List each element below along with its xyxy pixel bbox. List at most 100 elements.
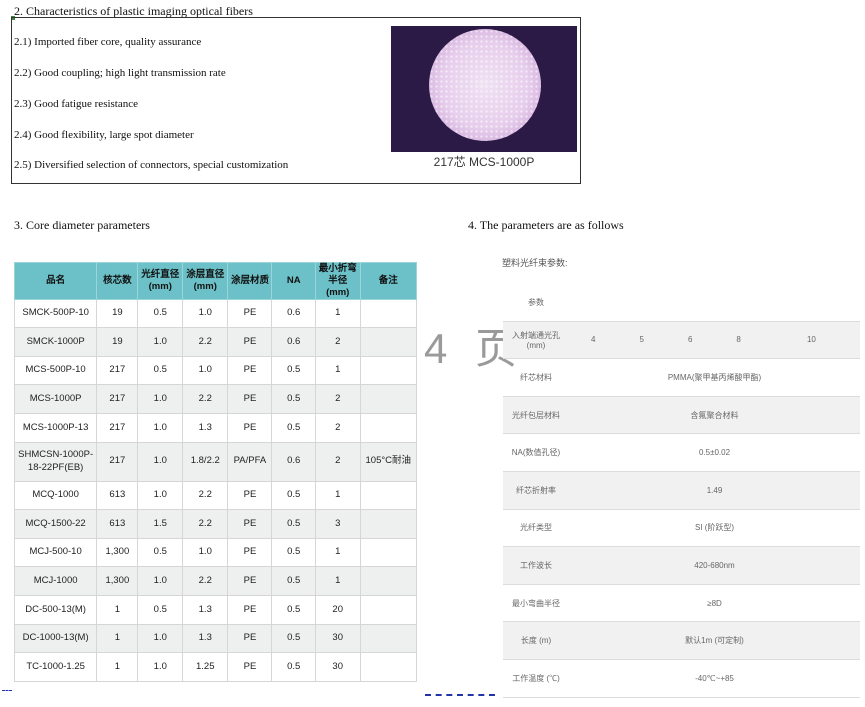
table-cell: 1.0 bbox=[137, 413, 184, 443]
table-cell bbox=[359, 652, 418, 682]
table-cell: TC-1000-1.25 bbox=[13, 652, 98, 682]
table-cell: PA/PFA bbox=[227, 441, 273, 482]
table-row: SMCK-1000P 19 1.0 2.2 PE 0.6 2 bbox=[13, 327, 418, 357]
table-header-cell: NA bbox=[271, 262, 316, 300]
table-cell: 0.6 bbox=[271, 327, 316, 357]
table-cell: PE bbox=[227, 537, 273, 568]
table-cell: 1.0 bbox=[137, 441, 184, 482]
table-row: MCQ-1000 613 1.0 2.2 PE 0.5 1 bbox=[13, 480, 418, 511]
table-cell: 1.0 bbox=[137, 566, 184, 596]
table-row: 最小弯曲半径 ≥8D bbox=[503, 584, 860, 623]
table-cell: PE bbox=[227, 413, 273, 443]
table-cell bbox=[359, 623, 418, 654]
core-diameter-table: 品名 核芯数 光纤直径 (mm) 涂层直径 (mm) 涂层材质 NA 最小折弯 半径(mm)… bbox=[13, 262, 418, 682]
table-row: 光纤类型 SI (阶跃型) bbox=[503, 509, 860, 548]
parameter-value: 1.49 bbox=[569, 471, 860, 510]
feature-item: 2.1) Imported fiber core, quality assura… bbox=[14, 36, 202, 48]
table-cell: 30 bbox=[314, 652, 361, 682]
table-cell: PE bbox=[227, 652, 273, 682]
parameter-value: 5 bbox=[617, 321, 666, 360]
table-cell bbox=[359, 566, 418, 596]
table-cell: 1 bbox=[96, 652, 139, 682]
table-cell: DC-1000-13(M) bbox=[13, 623, 98, 654]
table-cell: DC-500-13(M) bbox=[13, 594, 98, 625]
parameter-value: 8 bbox=[714, 321, 763, 360]
table-cell: 0.5 bbox=[271, 652, 316, 682]
table-cell bbox=[359, 594, 418, 625]
parameter-label: NA(数值孔径) bbox=[503, 433, 569, 472]
parameter-value: SI (阶跃型) bbox=[569, 509, 860, 548]
table-cell: PE bbox=[227, 594, 273, 625]
table-cell: 0.5 bbox=[271, 355, 316, 386]
table-row: SHMCSN-1000P-18-22PF(EB) 217 1.0 1.8/2.2 PA/… bbox=[13, 441, 418, 482]
table-row: DC-1000-13(M) 1 1.0 1.3 PE 0.5 30 bbox=[13, 623, 418, 654]
parameter-value: 420-680nm bbox=[569, 546, 860, 585]
parameter-value: 10 bbox=[762, 321, 860, 360]
parameter-label: 工作温度 (℃) bbox=[503, 659, 569, 698]
table-cell bbox=[359, 537, 418, 568]
table-cell bbox=[359, 298, 418, 329]
feature-item: 2.2) Good coupling; high light transmiss… bbox=[14, 67, 226, 79]
table-row: 纤芯材料 PMMA(聚甲基丙烯酸甲酯) bbox=[503, 358, 860, 397]
parameter-value: -40℃~+85 bbox=[569, 659, 860, 698]
table-cell: 1.0 bbox=[182, 298, 229, 329]
parameter-value: PMMA(聚甲基丙烯酸甲酯) bbox=[569, 358, 860, 397]
table-cell: 1 bbox=[96, 594, 139, 625]
table-cell: 0.5 bbox=[271, 537, 316, 568]
table-cell: PE bbox=[227, 355, 273, 386]
table-cell: 1.0 bbox=[182, 355, 229, 386]
table-row: NA(数值孔径) 0.5±0.02 bbox=[503, 433, 860, 472]
table-row: MCJ-1000 1,300 1.0 2.2 PE 0.5 1 bbox=[13, 566, 418, 596]
table-cell: 0.5 bbox=[271, 384, 316, 414]
table-row: 工作波长 420-680nm bbox=[503, 546, 860, 585]
table-cell: SHMCSN-1000P-18-22PF(EB) bbox=[13, 441, 98, 482]
table-cell: 30 bbox=[314, 623, 361, 654]
table-header-cell: 核芯数 bbox=[96, 262, 139, 300]
table-cell: 1 bbox=[96, 623, 139, 654]
table-cell: 613 bbox=[96, 480, 139, 511]
table-cell: 1.3 bbox=[182, 623, 229, 654]
image-caption: 217芯 MCS-1000P bbox=[433, 155, 535, 169]
table-cell: 2.2 bbox=[182, 509, 229, 539]
table-header-cell: 涂层材质 bbox=[227, 262, 273, 300]
table-cell: 1.0 bbox=[137, 623, 184, 654]
table-cell: 0.5 bbox=[271, 623, 316, 654]
table-header-cell: 涂层直径 (mm) bbox=[182, 262, 229, 300]
table-row: 光纤包层材料 含氟聚合材料 bbox=[503, 396, 860, 435]
table-row: 工作温度 (℃) -40℃~+85 bbox=[503, 659, 860, 698]
table-cell bbox=[359, 480, 418, 511]
table-cell: 217 bbox=[96, 384, 139, 414]
table-cell: 217 bbox=[96, 441, 139, 482]
dashed-line-right bbox=[425, 694, 495, 696]
table-row: TC-1000-1.25 1 1.0 1.25 PE 0.5 30 bbox=[13, 652, 418, 682]
table-cell: PE bbox=[227, 480, 273, 511]
table-header-cell: 品名 bbox=[13, 262, 98, 300]
parameter-label: 长度 (m) bbox=[503, 621, 569, 660]
parameter-value: 含氟聚合材料 bbox=[569, 396, 860, 435]
table-cell bbox=[359, 384, 418, 414]
table-cell: MCJ-500-10 bbox=[13, 537, 98, 568]
table-cell: MCS-500P-10 bbox=[13, 355, 98, 386]
table-cell bbox=[359, 413, 418, 443]
parameter-label: 光纤包层材料 bbox=[503, 396, 569, 435]
table-cell: 0.5 bbox=[271, 509, 316, 539]
table-cell: 1 bbox=[314, 566, 361, 596]
table-cell: PE bbox=[227, 623, 273, 654]
table-cell: MCQ-1000 bbox=[13, 480, 98, 511]
table-cell: PE bbox=[227, 509, 273, 539]
table-cell: 1.5 bbox=[137, 509, 184, 539]
table-cell: 0.6 bbox=[271, 441, 316, 482]
table-cell: 1 bbox=[314, 480, 361, 511]
section-3-title: 3. Core diameter parameters bbox=[14, 218, 150, 232]
table-cell: 2 bbox=[314, 384, 361, 414]
table-cell: 1.0 bbox=[137, 652, 184, 682]
table-cell: PE bbox=[227, 384, 273, 414]
parameter-header-label: 参数 bbox=[503, 284, 569, 322]
fiber-core-disk bbox=[429, 29, 541, 141]
table-cell: 19 bbox=[96, 327, 139, 357]
fiber-cross-section-image bbox=[391, 26, 577, 152]
table-row: MCS-500P-10 217 0.5 1.0 PE 0.5 1 bbox=[13, 355, 418, 386]
table-header-cell: 备注 bbox=[359, 262, 418, 300]
table-cell: 613 bbox=[96, 509, 139, 539]
parameter-label: 最小弯曲半径 bbox=[503, 584, 569, 623]
